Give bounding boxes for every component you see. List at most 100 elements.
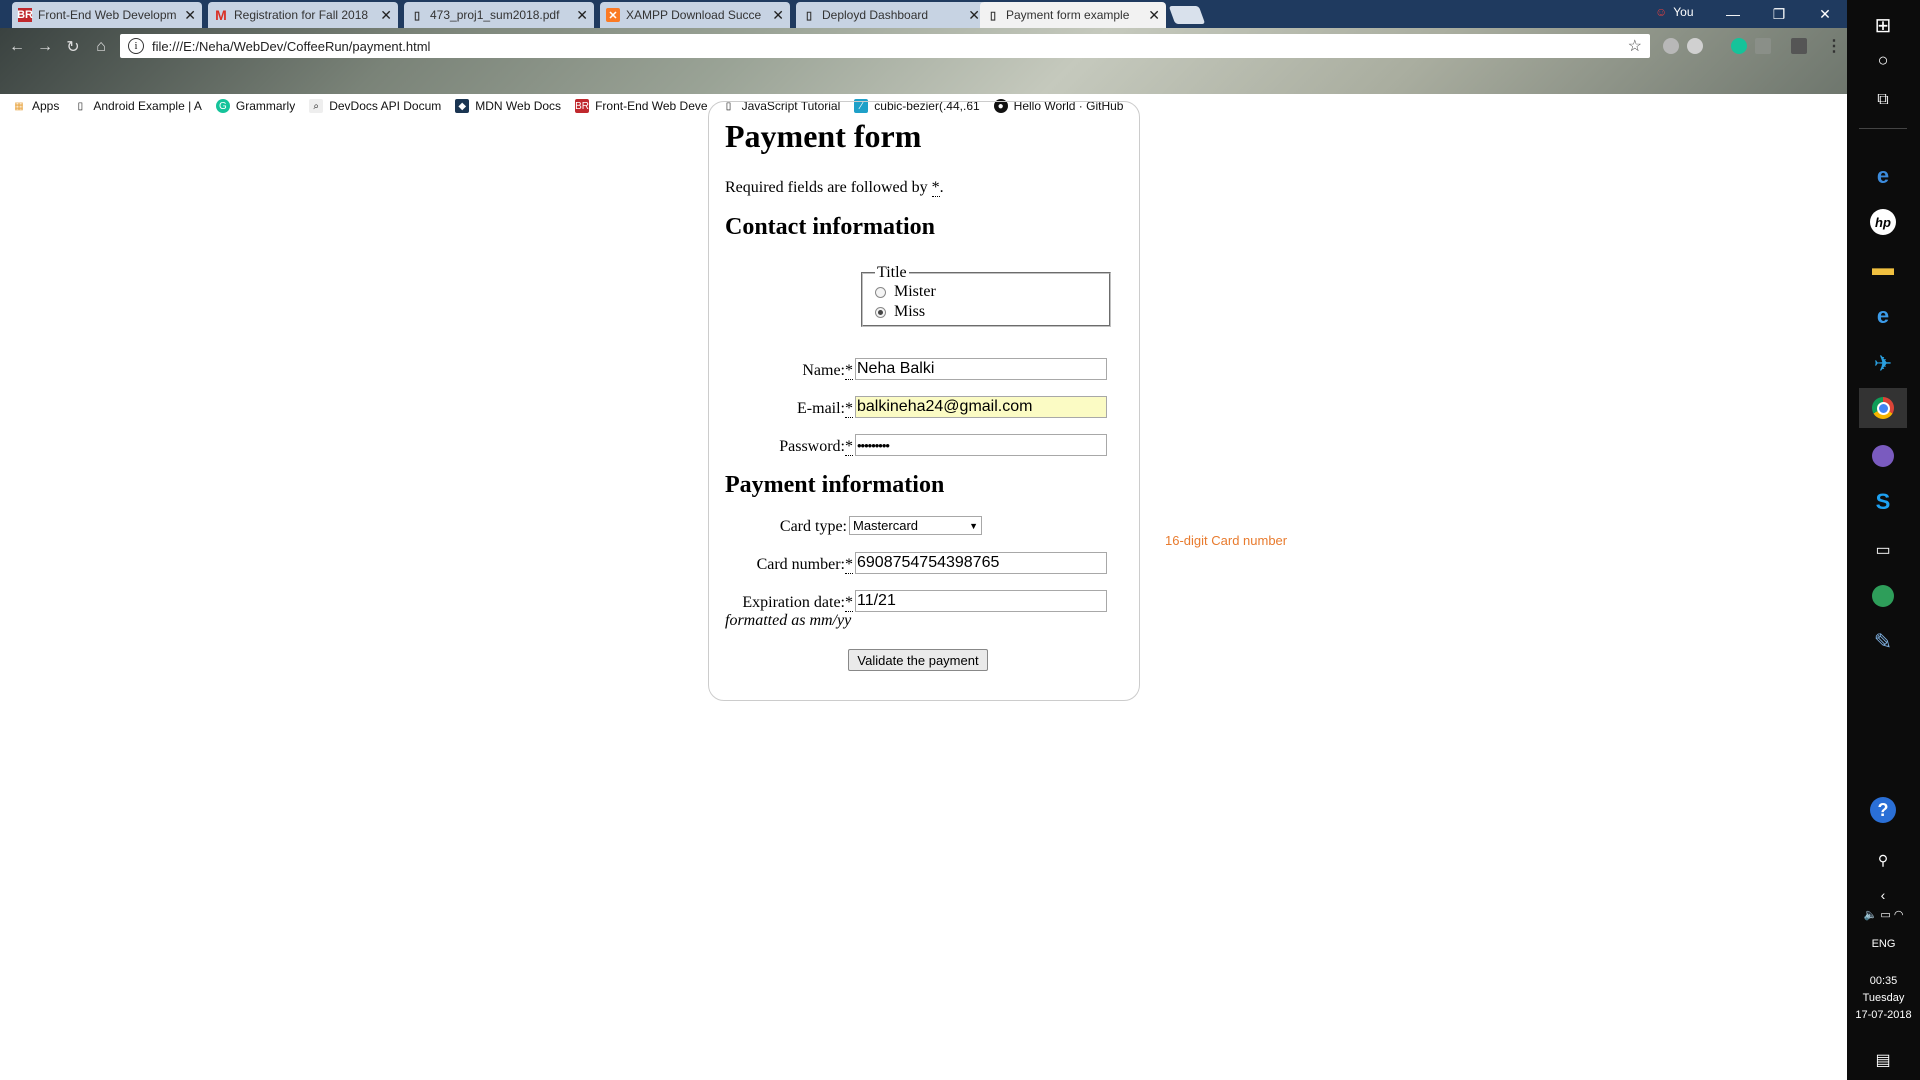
tab-pdf[interactable]: ▯ 473_proj1_sum2018.pdf ✕: [404, 2, 594, 28]
internet-explorer-icon[interactable]: e: [1859, 296, 1907, 336]
windows-start-icon[interactable]: ⊞: [1859, 5, 1907, 45]
tab-label: 473_proj1_sum2018.pdf: [430, 8, 560, 22]
wifi-icon[interactable]: ◠: [1894, 909, 1904, 921]
radio-miss[interactable]: Miss: [875, 302, 1109, 322]
required-marker: *: [845, 556, 853, 574]
tab-label: Payment form example: [1006, 8, 1130, 22]
terminal-icon[interactable]: ▭: [1859, 530, 1907, 570]
notifications-icon[interactable]: ▤: [1859, 1040, 1907, 1080]
close-tab-icon[interactable]: ✕: [772, 7, 784, 24]
close-tab-icon[interactable]: ✕: [968, 7, 980, 24]
name-label: Name:*: [802, 362, 853, 380]
close-tab-icon[interactable]: ✕: [380, 7, 392, 24]
bookmark-front-end-web-dev[interactable]: BR Front-End Web Deve: [575, 99, 708, 113]
page-title: Payment form: [725, 118, 922, 154]
minimize-button[interactable]: —: [1710, 0, 1756, 28]
radio-label: Mister: [894, 283, 936, 300]
task-view-icon[interactable]: ⧉: [1859, 80, 1907, 120]
password-field[interactable]: •••••••••: [855, 434, 1107, 456]
extension-icon[interactable]: [1663, 38, 1679, 54]
tab-payment-form[interactable]: ▯ Payment form example ✕: [980, 2, 1166, 28]
help-icon[interactable]: ?: [1859, 790, 1907, 830]
back-arrow-icon[interactable]: ←: [6, 36, 28, 58]
close-window-button[interactable]: ✕: [1802, 0, 1848, 28]
battery-icon[interactable]: ▭: [1880, 909, 1890, 921]
radio-label: Miss: [894, 303, 926, 320]
card-type-row: Card type: Mastercard ▼: [709, 516, 1141, 540]
bookmark-android-example[interactable]: ▯ Android Example | A: [73, 99, 202, 113]
skype-icon[interactable]: S: [1859, 482, 1907, 522]
required-marker: *: [845, 594, 853, 612]
restore-button[interactable]: ❐: [1756, 0, 1802, 28]
document-icon: ▯: [77, 100, 84, 112]
profile-name: You: [1673, 5, 1694, 19]
document-icon: ▯: [989, 9, 997, 22]
language-indicator[interactable]: ENG: [1847, 938, 1920, 950]
app-icon[interactable]: ✈: [1859, 344, 1907, 384]
grammarly-icon: G: [215, 99, 230, 113]
document-icon: ▯: [805, 9, 813, 22]
chrome-icon[interactable]: [1859, 388, 1907, 428]
file-explorer-icon[interactable]: ▬: [1859, 248, 1907, 288]
card-type-select[interactable]: Mastercard ▼: [849, 516, 982, 535]
app-icon[interactable]: [1859, 436, 1907, 476]
card-number-field[interactable]: 6908754754398765: [855, 552, 1107, 574]
expiration-field[interactable]: 11/21: [855, 590, 1107, 612]
extension-icon[interactable]: [1791, 38, 1807, 54]
required-marker: *: [845, 438, 853, 456]
radio-mister[interactable]: Mister: [875, 282, 1109, 302]
extension-icon[interactable]: [1755, 38, 1771, 54]
tray-icons[interactable]: 🔈 ▭ ◠: [1847, 908, 1920, 921]
card-number-label-text: Card number:: [756, 556, 845, 573]
expiration-row: Expiration date:* 11/21: [709, 590, 1141, 614]
tab-registration[interactable]: M Registration for Fall 2018 ✕: [208, 2, 398, 28]
paint-icon[interactable]: ✎: [1859, 622, 1907, 662]
card-number-label: Card number:*: [757, 556, 853, 574]
radio-button-miss[interactable]: [875, 306, 886, 318]
email-row: E-mail:* balkineha24@gmail.com: [709, 396, 1141, 420]
info-icon[interactable]: i: [128, 38, 144, 54]
email-field[interactable]: balkineha24@gmail.com: [855, 396, 1107, 418]
name-field[interactable]: Neha Balki: [855, 358, 1107, 380]
home-icon[interactable]: ⌂: [90, 36, 112, 58]
close-tab-icon[interactable]: ✕: [1148, 7, 1160, 24]
tab-deployd-dashboard[interactable]: ▯ Deployd Dashboard ✕: [796, 2, 986, 28]
close-tab-icon[interactable]: ✕: [184, 7, 196, 24]
speaker-icon[interactable]: 🔈: [1864, 909, 1878, 921]
profile-button[interactable]: ☺ You: [1655, 5, 1694, 19]
reload-icon[interactable]: ↻: [62, 36, 84, 58]
app-icon[interactable]: [1859, 576, 1907, 616]
bookmark-apps[interactable]: ▦ Apps: [12, 99, 59, 113]
bookmark-mdn[interactable]: ◆ MDN Web Docs: [455, 99, 561, 113]
cortana-icon[interactable]: ○: [1859, 40, 1907, 80]
card-number-hint: 16-digit Card number: [1165, 533, 1288, 548]
toolbar: ← → ↻ ⌂ i file:///E:/Neha/WebDev/CoffeeR…: [0, 28, 1847, 113]
document-icon: ▯: [413, 9, 421, 22]
url-text: file:///E:/Neha/WebDev/CoffeeRun/payment…: [152, 38, 431, 54]
validate-button[interactable]: Validate the payment: [848, 649, 988, 671]
forward-arrow-icon[interactable]: →: [34, 36, 56, 58]
clock-time[interactable]: 00:35: [1847, 975, 1920, 987]
bookmark-star-icon[interactable]: ☆: [1628, 36, 1642, 56]
address-bar[interactable]: i file:///E:/Neha/WebDev/CoffeeRun/payme…: [120, 34, 1650, 58]
bookmark-devdocs[interactable]: ⌕ DevDocs API Docum: [309, 99, 441, 113]
hp-icon[interactable]: hp: [1859, 202, 1907, 242]
profile-icon: ☺: [1655, 5, 1668, 19]
required-note: Required fields are followed by *.: [725, 179, 944, 197]
extension-icon[interactable]: [1687, 38, 1703, 54]
radio-button-mister[interactable]: [875, 286, 886, 298]
new-tab-button[interactable]: [1168, 6, 1206, 24]
grammarly-extension-icon[interactable]: [1731, 38, 1747, 54]
menu-icon[interactable]: ⋮: [1826, 36, 1842, 56]
password-label: Password:*: [779, 438, 853, 456]
people-icon[interactable]: ⚲: [1859, 840, 1907, 880]
tab-front-end-web-development[interactable]: BR Front-End Web Developm ✕: [12, 2, 202, 28]
tab-xampp[interactable]: ✕ XAMPP Download Succe ✕: [600, 2, 790, 28]
bookmark-label: MDN Web Docs: [475, 99, 562, 113]
bookmark-grammarly[interactable]: G Grammarly: [215, 99, 295, 113]
edge-icon[interactable]: e: [1859, 156, 1907, 196]
expiration-label: Expiration date:*: [742, 594, 853, 612]
contact-heading: Contact information: [725, 214, 935, 240]
mdn-icon: ◆: [455, 99, 470, 113]
close-tab-icon[interactable]: ✕: [576, 7, 588, 24]
